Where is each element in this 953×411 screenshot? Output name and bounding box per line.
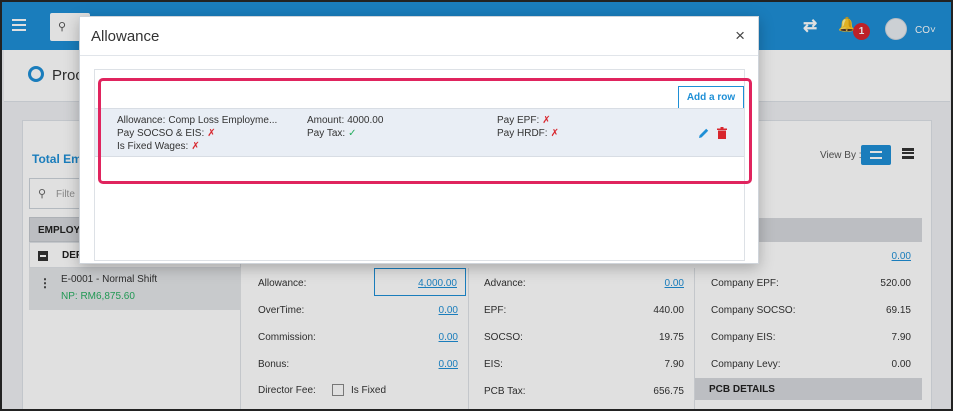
highlight-box [98, 78, 752, 184]
modal-divider [80, 55, 758, 56]
app-frame: ⚲ ⇄ 🔔 1 CO˅ Proc Total Em View By : ⚲ Fi… [0, 0, 953, 411]
modal-title: Allowance [91, 28, 160, 45]
close-icon[interactable]: × [735, 26, 745, 46]
